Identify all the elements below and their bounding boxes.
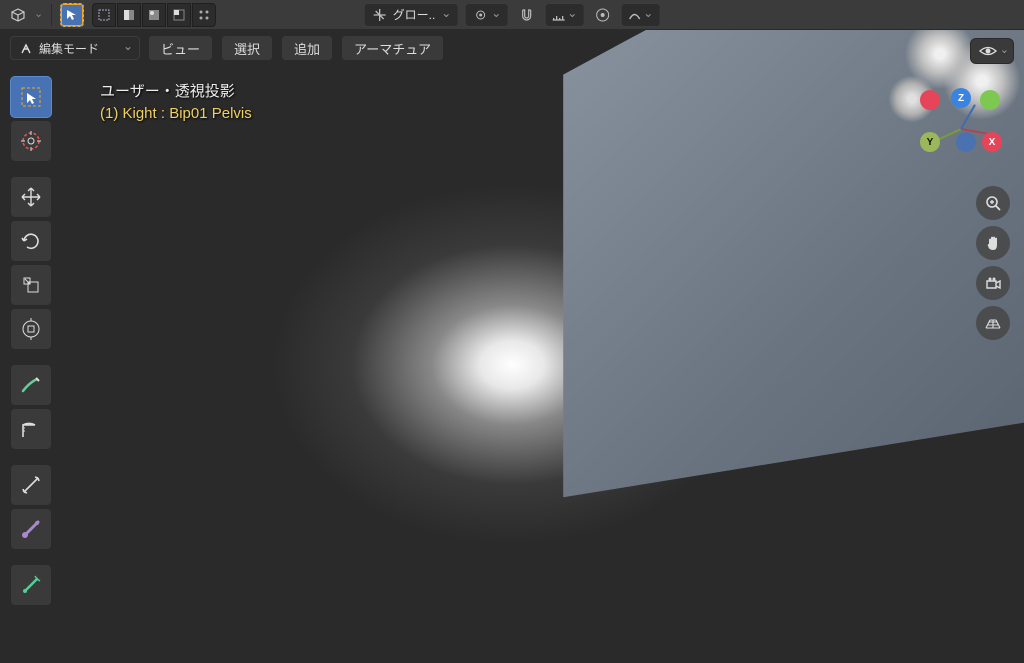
axis-neg-z[interactable]: [956, 132, 976, 152]
tool-extrude[interactable]: [10, 564, 52, 606]
axis-neg-y[interactable]: [980, 90, 1000, 110]
tool-measure[interactable]: [10, 408, 52, 450]
tool-select-box[interactable]: [10, 76, 52, 118]
half-shade-icon: [122, 8, 136, 22]
navigation-gizmo[interactable]: Z Y X: [920, 88, 1002, 170]
ruler-icon: [19, 417, 43, 441]
proportional-edit-toggle[interactable]: [590, 3, 614, 27]
zoom-icon: [984, 194, 1002, 212]
box-select-icon: [97, 8, 111, 22]
extrude-bone-icon: [19, 573, 43, 597]
zoom-button[interactable]: [976, 186, 1010, 220]
menu-armature[interactable]: アーマチュア: [341, 35, 444, 61]
viewport-overlay-info: ユーザー・透視投影 (1) Kight : Bip01 Pelvis: [100, 80, 252, 122]
cursor-3d-icon: [19, 129, 43, 153]
select-mode-extra1[interactable]: [167, 3, 191, 27]
camera-view-button[interactable]: [976, 266, 1010, 300]
proportional-icon: [594, 7, 610, 23]
snap-increment-icon: [551, 8, 565, 22]
viewport-nav-buttons: [976, 186, 1010, 340]
snap-toggle[interactable]: [514, 3, 538, 27]
hand-icon: [984, 234, 1002, 252]
falloff-curve-icon: [627, 8, 641, 22]
header-second: 編集モード ビュー 選択 追加 アーマチュア: [0, 30, 1024, 66]
tool-bone-size[interactable]: [10, 508, 52, 550]
axis-z[interactable]: Z: [951, 88, 971, 108]
perspective-toggle-button[interactable]: [976, 306, 1010, 340]
corner-icon: [172, 8, 186, 22]
cursor-select-icon: [19, 85, 43, 109]
object-visibility-dropdown[interactable]: [970, 38, 1014, 64]
axis-line-z: [960, 104, 976, 129]
toolbar-left: [10, 76, 54, 606]
bone-envelope-icon: [19, 517, 43, 541]
magnet-icon: [518, 7, 534, 23]
select-mode-face[interactable]: [142, 3, 166, 27]
bone-roll-icon: [19, 473, 43, 497]
separator: [51, 4, 52, 26]
header-top: ⌄ グロー..: [0, 0, 1024, 30]
pan-button[interactable]: [976, 226, 1010, 260]
active-object-label: (1) Kight : Bip01 Pelvis: [100, 105, 252, 122]
cursor-arrow-icon: [65, 8, 79, 22]
menu-view[interactable]: ビュー: [148, 35, 213, 61]
rotate-icon: [19, 229, 43, 253]
tool-roll[interactable]: [10, 464, 52, 506]
axis-y[interactable]: Y: [920, 132, 940, 152]
scale-icon: [19, 273, 43, 297]
tool-annotate[interactable]: [10, 364, 52, 406]
tool-scale[interactable]: [10, 264, 52, 306]
projection-label: ユーザー・透視投影: [100, 80, 252, 101]
editor-type-dropdown[interactable]: [6, 3, 30, 27]
menu-select[interactable]: 選択: [221, 35, 273, 61]
select-mode-edge[interactable]: [117, 3, 141, 27]
interaction-mode-label: 編集モード: [39, 40, 99, 57]
axis-x[interactable]: X: [982, 132, 1002, 152]
many-dots-icon: [197, 8, 211, 22]
pencil-icon: [19, 373, 43, 397]
pivot-icon: [473, 8, 487, 22]
transform-orientation-label: グロー..: [393, 6, 436, 23]
transform-orientation-dropdown[interactable]: グロー..: [364, 3, 459, 27]
move-icon: [19, 185, 43, 209]
header-center-controls: グロー..: [364, 3, 661, 27]
face-select-icon: [147, 8, 161, 22]
armature-edit-icon: [19, 41, 33, 55]
eye-icon: [979, 44, 997, 58]
interaction-mode-dropdown[interactable]: 編集モード: [10, 36, 140, 60]
camera-icon: [984, 274, 1002, 292]
axis-neg-x[interactable]: [920, 90, 940, 110]
chevron-down-icon: ⌄: [34, 7, 43, 20]
viewport-editor-icon: [10, 7, 26, 23]
select-mode-vertex[interactable]: [92, 3, 116, 27]
proportional-falloff-dropdown[interactable]: [620, 3, 660, 27]
menu-add[interactable]: 追加: [281, 35, 333, 61]
tool-cursor[interactable]: [10, 120, 52, 162]
snap-element-dropdown[interactable]: [544, 3, 584, 27]
transform-all-icon: [19, 317, 43, 341]
tool-rotate[interactable]: [10, 220, 52, 262]
grid-perspective-icon: [984, 314, 1002, 332]
tool-transform[interactable]: [10, 308, 52, 350]
tool-move[interactable]: [10, 176, 52, 218]
select-mode-group: [92, 3, 216, 27]
select-mode-extra2[interactable]: [192, 3, 216, 27]
orientation-icon: [373, 8, 387, 22]
pivot-point-dropdown[interactable]: [464, 3, 508, 27]
select-tool-tweak[interactable]: [60, 3, 84, 27]
